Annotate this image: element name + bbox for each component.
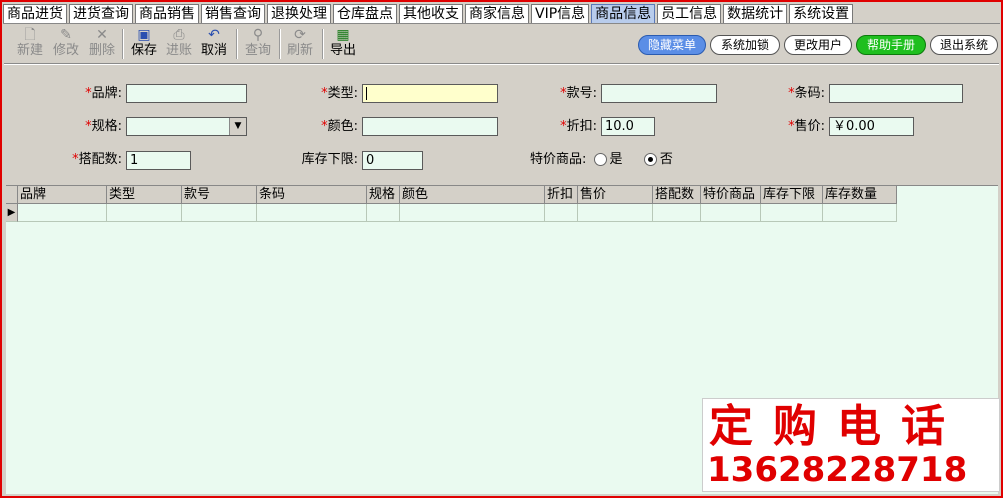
color-input[interactable] bbox=[362, 117, 498, 136]
discount-label: *折扣: bbox=[560, 119, 597, 134]
tab-merchant-info[interactable]: 商家信息 bbox=[465, 4, 529, 23]
spec-label: *规格: bbox=[85, 119, 122, 134]
edit-button[interactable]: ✎ 修改 bbox=[50, 26, 82, 62]
col-special-price[interactable]: 特价商品 bbox=[701, 186, 761, 204]
tab-inventory[interactable]: 仓库盘点 bbox=[333, 4, 397, 23]
special-price-label: 特价商品: bbox=[530, 152, 587, 167]
toolbar-divider-highlight bbox=[4, 64, 999, 65]
save-icon: ▣ bbox=[137, 27, 151, 43]
order-phone-banner: 定购电话 13628228718 bbox=[702, 398, 1000, 492]
special-no-label: 否 bbox=[659, 152, 673, 167]
refresh-icon: ⟳ bbox=[294, 27, 306, 43]
print-icon: ⎙ bbox=[173, 27, 185, 43]
new-button[interactable]: 🗋 新建 bbox=[14, 26, 46, 62]
help-manual-button[interactable]: 帮助手册 bbox=[856, 35, 926, 55]
chevron-down-icon[interactable]: ▼ bbox=[229, 118, 246, 135]
col-style-no[interactable]: 款号 bbox=[182, 186, 257, 204]
delete-icon: ✕ bbox=[96, 27, 108, 43]
brand-label: *品牌: bbox=[85, 86, 122, 101]
change-user-button[interactable]: 更改用户 bbox=[784, 35, 852, 55]
edit-icon: ✎ bbox=[60, 27, 72, 43]
discount-input[interactable]: 10.0 bbox=[601, 117, 655, 136]
tab-sales[interactable]: 商品销售 bbox=[135, 4, 199, 23]
tab-purchase[interactable]: 商品进货 bbox=[3, 4, 67, 23]
barcode-input[interactable] bbox=[829, 84, 963, 103]
toolbar-separator bbox=[236, 29, 238, 59]
main-tabs: 商品进货 进货查询 商品销售 销售查询 退换处理 仓库盘点 其他收支 商家信息 … bbox=[3, 4, 855, 24]
query-button[interactable]: ⚲ 查询 bbox=[242, 26, 274, 62]
tab-statistics[interactable]: 数据统计 bbox=[723, 4, 788, 23]
system-lock-button[interactable]: 系统加锁 bbox=[710, 35, 780, 55]
exit-system-button[interactable]: 退出系统 bbox=[930, 35, 998, 55]
col-price[interactable]: 售价 bbox=[578, 186, 653, 204]
tab-purchase-query[interactable]: 进货查询 bbox=[69, 4, 133, 23]
stock-min-label: 库存下限: bbox=[301, 152, 358, 167]
barcode-label: *条码: bbox=[788, 86, 825, 101]
cancel-button[interactable]: ↶ 取消 bbox=[198, 26, 230, 62]
save-button[interactable]: ▣ 保存 bbox=[128, 26, 160, 62]
tab-staff-info[interactable]: 员工信息 bbox=[657, 4, 722, 23]
special-price-group: 特价商品: 是 否 bbox=[530, 151, 673, 169]
special-yes-label: 是 bbox=[609, 152, 623, 167]
col-stock-min[interactable]: 库存下限 bbox=[761, 186, 823, 204]
tab-settings[interactable]: 系统设置 bbox=[789, 4, 854, 23]
type-input[interactable] bbox=[362, 84, 498, 103]
tab-product-info[interactable]: 商品信息 bbox=[591, 4, 656, 23]
undo-icon: ↶ bbox=[208, 27, 220, 43]
special-no-radio[interactable] bbox=[643, 153, 657, 166]
grid-corner bbox=[6, 186, 18, 204]
spec-select[interactable]: ▼ bbox=[126, 117, 247, 136]
col-stock-qty[interactable]: 库存数量 bbox=[823, 186, 897, 204]
new-doc-icon: 🗋 bbox=[24, 27, 36, 43]
table-row[interactable]: ▶ bbox=[6, 204, 897, 222]
refresh-button[interactable]: ⟳ 刷新 bbox=[284, 26, 316, 62]
export-button[interactable]: ▦ 导出 bbox=[327, 26, 359, 62]
price-label: *售价: bbox=[788, 119, 825, 134]
tab-returns[interactable]: 退换处理 bbox=[267, 4, 331, 23]
price-input[interactable]: ￥0.00 bbox=[829, 117, 914, 136]
banner-title: 定购电话 bbox=[709, 401, 965, 452]
col-color[interactable]: 颜色 bbox=[400, 186, 545, 204]
col-spec[interactable]: 规格 bbox=[367, 186, 400, 204]
tab-sales-query[interactable]: 销售查询 bbox=[201, 4, 265, 23]
tab-vip-info[interactable]: VIP信息 bbox=[531, 4, 590, 23]
tab-divider bbox=[3, 23, 1000, 24]
banner-phone: 13628228718 bbox=[707, 450, 968, 490]
toolbar-separator bbox=[122, 29, 124, 59]
void-button[interactable]: ⎙ 进账 bbox=[163, 26, 195, 62]
special-yes-radio[interactable] bbox=[593, 153, 607, 166]
col-type[interactable]: 类型 bbox=[107, 186, 182, 204]
binoculars-icon: ⚲ bbox=[252, 27, 264, 43]
style-no-label: *款号: bbox=[560, 86, 597, 101]
stock-min-input[interactable]: 0 bbox=[362, 151, 423, 170]
tab-other-income[interactable]: 其他收支 bbox=[399, 4, 463, 23]
style-no-input[interactable] bbox=[601, 84, 717, 103]
row-indicator-icon: ▶ bbox=[6, 204, 18, 222]
delete-button[interactable]: ✕ 删除 bbox=[86, 26, 118, 62]
hide-menu-button[interactable]: 隐藏菜单 bbox=[638, 35, 706, 55]
brand-input[interactable] bbox=[126, 84, 247, 103]
match-qty-label: *搭配数: bbox=[72, 152, 122, 167]
col-brand[interactable]: 品牌 bbox=[18, 186, 107, 204]
col-barcode[interactable]: 条码 bbox=[257, 186, 367, 204]
match-qty-input[interactable]: 1 bbox=[126, 151, 191, 170]
toolbar-separator bbox=[322, 29, 324, 59]
excel-icon: ▦ bbox=[336, 27, 350, 43]
col-match-qty[interactable]: 搭配数 bbox=[653, 186, 701, 204]
grid-header: 品牌 类型 款号 条码 规格 颜色 折扣 售价 搭配数 特价商品 库存下限 库存… bbox=[6, 186, 897, 204]
col-discount[interactable]: 折扣 bbox=[545, 186, 578, 204]
color-label: *颜色: bbox=[321, 119, 358, 134]
toolbar-separator bbox=[279, 29, 281, 59]
type-label: *类型: bbox=[321, 86, 358, 101]
